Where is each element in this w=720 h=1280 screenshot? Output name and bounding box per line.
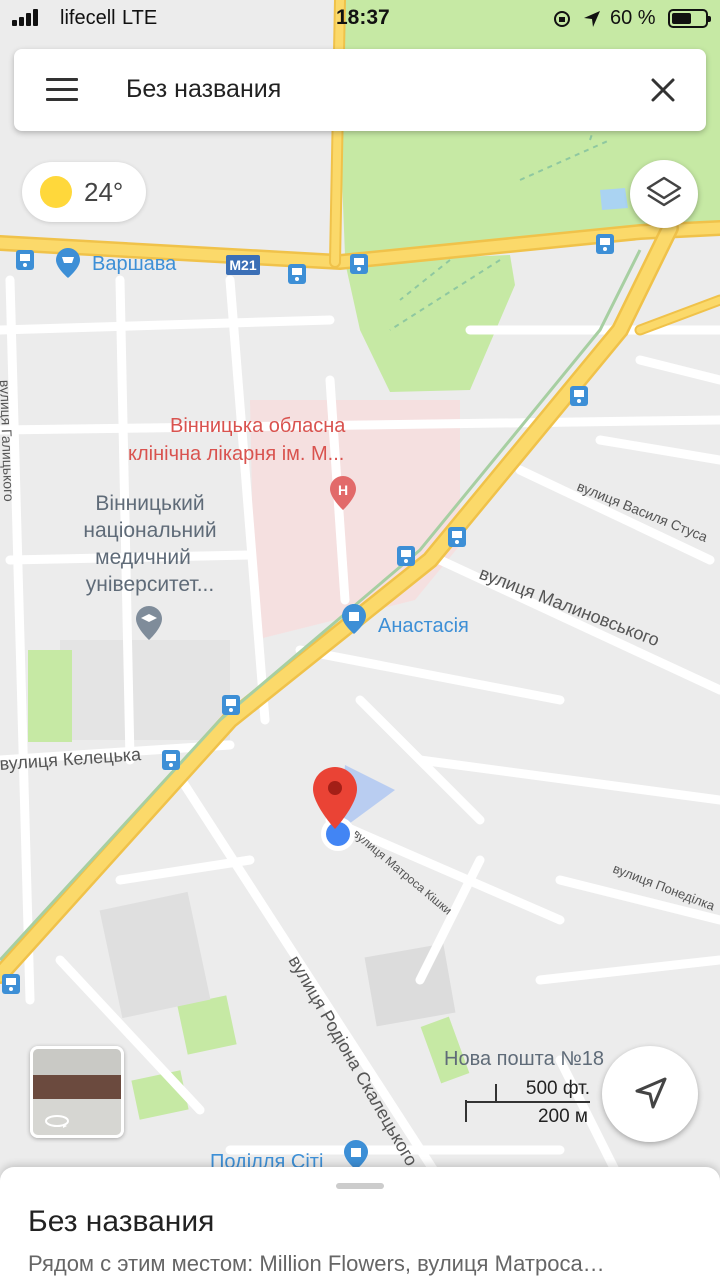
layers-button[interactable] — [630, 160, 698, 228]
signal-icon — [12, 9, 38, 26]
rotate-360-icon — [45, 1115, 69, 1128]
tram-stop-icon — [397, 546, 415, 566]
poi-label: Анастасія — [378, 615, 469, 637]
clock: 18:37 — [336, 6, 390, 29]
menu-icon[interactable] — [46, 78, 78, 102]
place-bottom-sheet[interactable]: Без названия Рядом с этим местом: Millio… — [0, 1167, 720, 1280]
road-shield-label: M21 — [229, 257, 256, 273]
tram-stop-icon — [222, 695, 240, 715]
weather-chip[interactable]: 24° — [22, 162, 146, 222]
poi-label: клінічна лікарня ім. М... — [128, 443, 344, 465]
drag-handle[interactable] — [336, 1183, 384, 1189]
place-title: Без названия — [28, 1205, 215, 1238]
green-1 — [28, 650, 72, 742]
navigation-arrow-icon — [635, 1077, 667, 1109]
hospital-icon-label: H — [338, 482, 348, 498]
gray-block-1 — [364, 943, 456, 1027]
navigate-button[interactable] — [602, 1046, 698, 1142]
tram-stop-icon — [162, 750, 180, 770]
battery-icon — [668, 9, 711, 28]
nearby-description: Рядом с этим местом: Million Flowers, ву… — [28, 1251, 605, 1276]
search-title[interactable]: Без названия — [126, 75, 281, 104]
road-shield-m21: M21 — [226, 255, 260, 275]
street-view-thumbnail[interactable] — [30, 1046, 124, 1138]
layers-icon — [646, 176, 682, 207]
tram-stop-icon — [350, 254, 368, 274]
close-icon[interactable] — [646, 73, 680, 107]
status-bar: lifecell LTE 18:37 60 % — [0, 0, 720, 38]
location-arrow-icon — [584, 11, 600, 27]
search-bar[interactable]: Без названия — [14, 49, 706, 131]
poi-label: медичний — [95, 546, 191, 569]
poi-label: університет... — [86, 573, 214, 596]
poi-label: Варшава — [92, 253, 177, 275]
poi-label: національний — [83, 519, 216, 542]
tram-stop-icon — [16, 250, 34, 270]
tram-stop-icon — [288, 264, 306, 284]
carrier-label: lifecell — [60, 7, 116, 29]
poi-label: Вінницька обласна — [170, 415, 346, 437]
scale-meters: 200 м — [537, 1106, 588, 1127]
network-label: LTE — [122, 7, 158, 29]
tram-stop-icon — [2, 974, 20, 994]
tram-stop-icon — [596, 234, 614, 254]
rotation-lock-icon — [554, 11, 570, 27]
university-area — [60, 640, 230, 740]
battery-percent: 60 % — [610, 7, 656, 29]
pond — [600, 188, 628, 210]
sun-icon — [40, 176, 72, 208]
map-scale: 500 фт. 200 м — [464, 1076, 594, 1127]
tram-stop-icon — [570, 386, 588, 406]
poi-nova-poshta[interactable]: Нова пошта №18 — [444, 1048, 604, 1070]
tram-stop-icon — [448, 527, 466, 547]
poi-label: Вінницький — [95, 492, 204, 515]
temperature: 24° — [84, 177, 124, 207]
poi-label: Нова пошта №18 — [444, 1048, 604, 1070]
